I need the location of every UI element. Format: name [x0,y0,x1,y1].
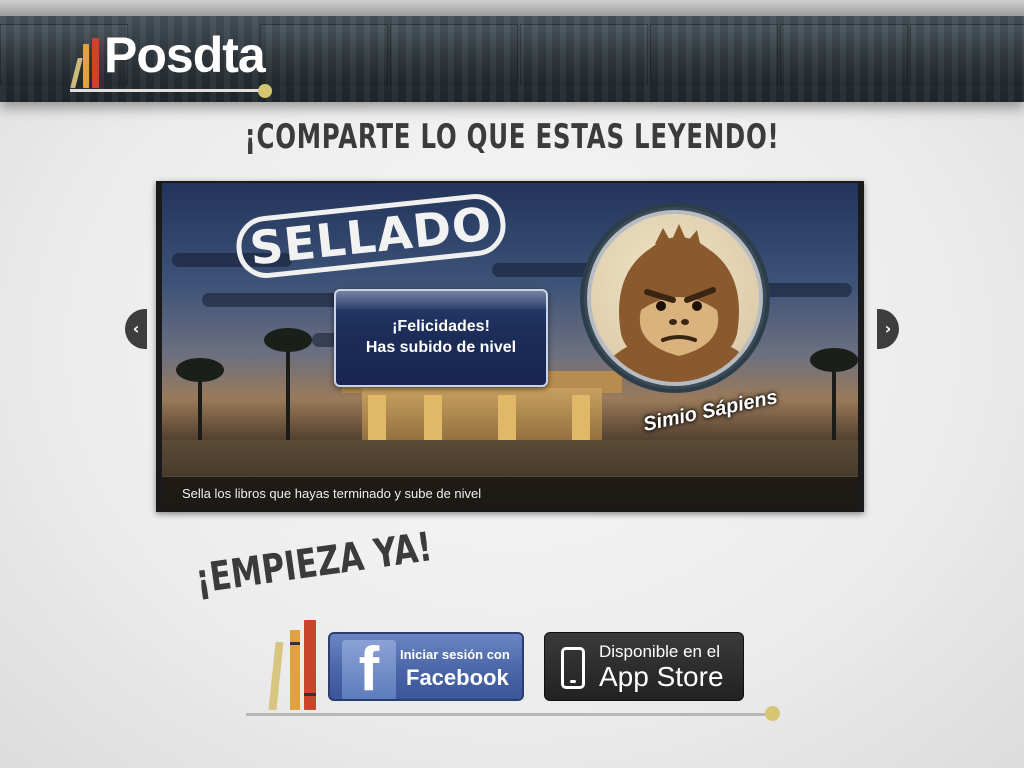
footer-dot [765,706,780,721]
header-bar: Posdta [0,0,1024,102]
logo-text: Posdta [104,27,266,83]
book-spine-icon [304,620,316,710]
wood-plank [910,24,1024,86]
book-spine-icon [83,44,89,88]
slide-image: SELLADO ¡Felicidades! Has subido de nive… [162,183,858,510]
facebook-login-button[interactable]: f Iniciar sesión con Facebook [328,632,524,701]
iphone-icon [561,647,585,689]
chevron-left-icon: ‹ [132,319,140,338]
page-headline: ¡Comparte lo que estas leyendo! [244,117,780,157]
facebook-icon: f [342,639,396,699]
slide-caption: Sella los libros que hayas terminado y s… [162,476,858,510]
palm-tree [176,358,224,450]
chevron-right-icon: › [884,319,892,338]
level-badge [580,203,770,393]
logo-dot [258,84,272,98]
wood-plank [260,24,388,86]
cloud [762,283,852,297]
book-spine-icon [70,58,83,88]
slide-caption-text: Sella los libros que hayas terminado y s… [182,486,482,501]
slider-next-button[interactable]: › [877,309,899,349]
book-spine-icon [268,642,284,710]
wood-plank [520,24,648,86]
app-store-line1: Disponible en el [599,642,720,661]
facebook-button-line1: Iniciar sesión con [400,647,510,662]
footer-divider [246,713,770,716]
facebook-button-line2: Facebook [406,665,509,690]
app-store-button[interactable]: Disponible en el App Store [544,632,744,701]
wood-plank [390,24,518,86]
logo-underline [70,89,262,92]
posdta-logo[interactable]: Posdta [70,20,272,100]
book-spine-icon [290,630,300,710]
book-spine-icon [92,38,99,88]
sellado-stamp: SELLADO [233,191,509,281]
wood-plank [650,24,778,86]
books-icon [268,618,324,710]
app-store-line2: App Store [599,661,724,692]
level-up-popup: ¡Felicidades! Has subido de nivel [334,289,548,387]
gorilla-icon [587,210,763,386]
slider-prev-button[interactable]: ‹ [125,309,147,349]
palm-tree [810,348,858,450]
gazebo [362,388,602,448]
badge-caption: Simio Sápiens [641,386,780,436]
popup-message: Has subido de nivel [365,339,517,356]
wood-plank [780,24,908,86]
feature-slider: SELLADO ¡Felicidades! Has subido de nive… [156,181,864,512]
start-title: ¡Empieza ya! [192,524,435,603]
popup-title: ¡Felicidades! [392,318,490,336]
palm-tree [264,328,312,450]
